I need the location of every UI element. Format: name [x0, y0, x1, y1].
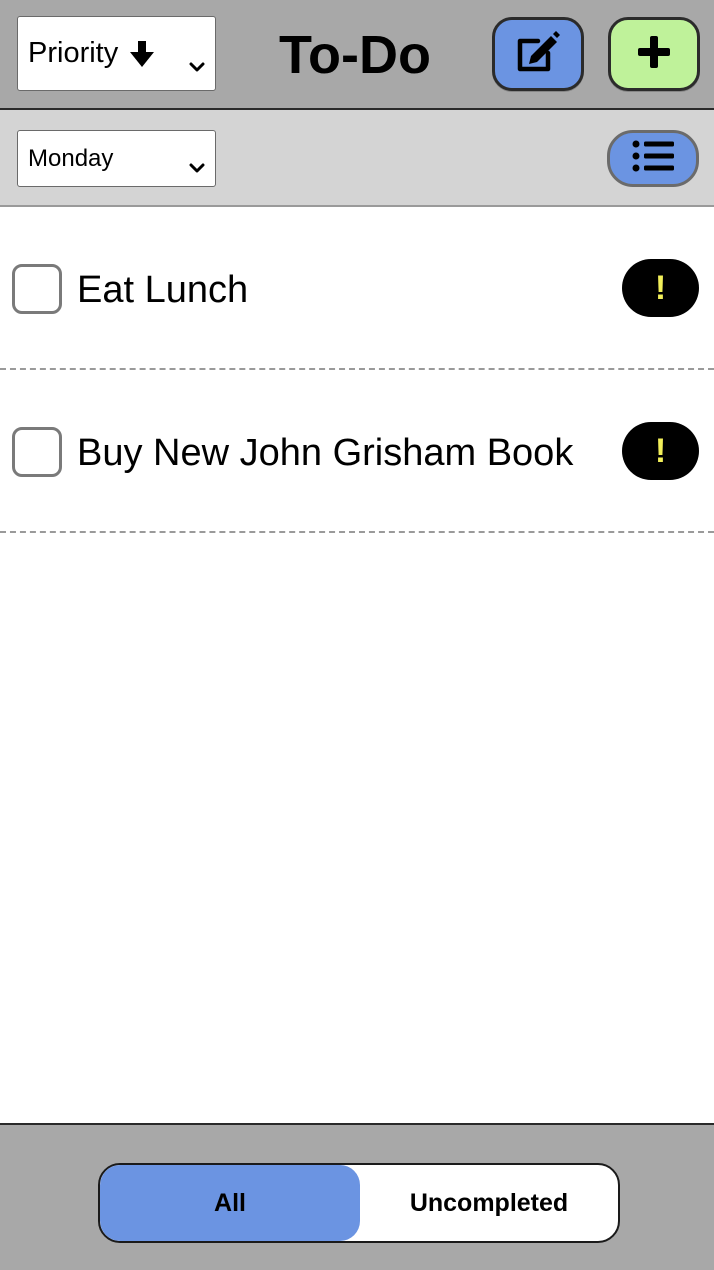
- task-checkbox[interactable]: [12, 427, 62, 477]
- task-label[interactable]: Eat Lunch: [77, 262, 248, 318]
- header-bar: Priority To-Do: [0, 0, 714, 110]
- sort-select[interactable]: Priority: [17, 16, 216, 91]
- footer-bar: All Uncompleted: [0, 1123, 714, 1270]
- chevron-down-icon: [189, 48, 205, 71]
- task-label[interactable]: Buy New John Grisham Book: [77, 425, 573, 481]
- todo-app: Priority To-Do Monday Eat Lunch ! Buy Ne…: [0, 0, 714, 1270]
- priority-badge[interactable]: !: [622, 259, 699, 317]
- filter-bar: Monday: [0, 110, 714, 207]
- filter-segmented-control: All Uncompleted: [98, 1163, 620, 1243]
- day-select-value: Monday: [28, 144, 114, 172]
- tab-uncompleted[interactable]: Uncompleted: [360, 1165, 618, 1241]
- task-checkbox[interactable]: [12, 264, 62, 314]
- priority-badge[interactable]: !: [622, 422, 699, 480]
- edit-icon: [516, 30, 560, 78]
- arrow-down-icon: [130, 40, 155, 67]
- chevron-down-icon: [189, 153, 205, 172]
- page-title: To-Do: [279, 25, 431, 85]
- day-select[interactable]: Monday: [17, 130, 216, 187]
- list-view-button[interactable]: [607, 130, 699, 187]
- sort-select-value: Priority: [28, 37, 119, 69]
- add-button[interactable]: [608, 17, 700, 91]
- exclamation-icon: !: [654, 431, 667, 470]
- task-row: Eat Lunch !: [0, 207, 714, 370]
- tab-all[interactable]: All: [100, 1165, 360, 1241]
- exclamation-icon: !: [654, 268, 667, 307]
- plus-icon: [636, 34, 672, 75]
- task-row: Buy New John Grisham Book !: [0, 370, 714, 533]
- edit-button[interactable]: [492, 17, 584, 91]
- list-icon: [632, 140, 674, 177]
